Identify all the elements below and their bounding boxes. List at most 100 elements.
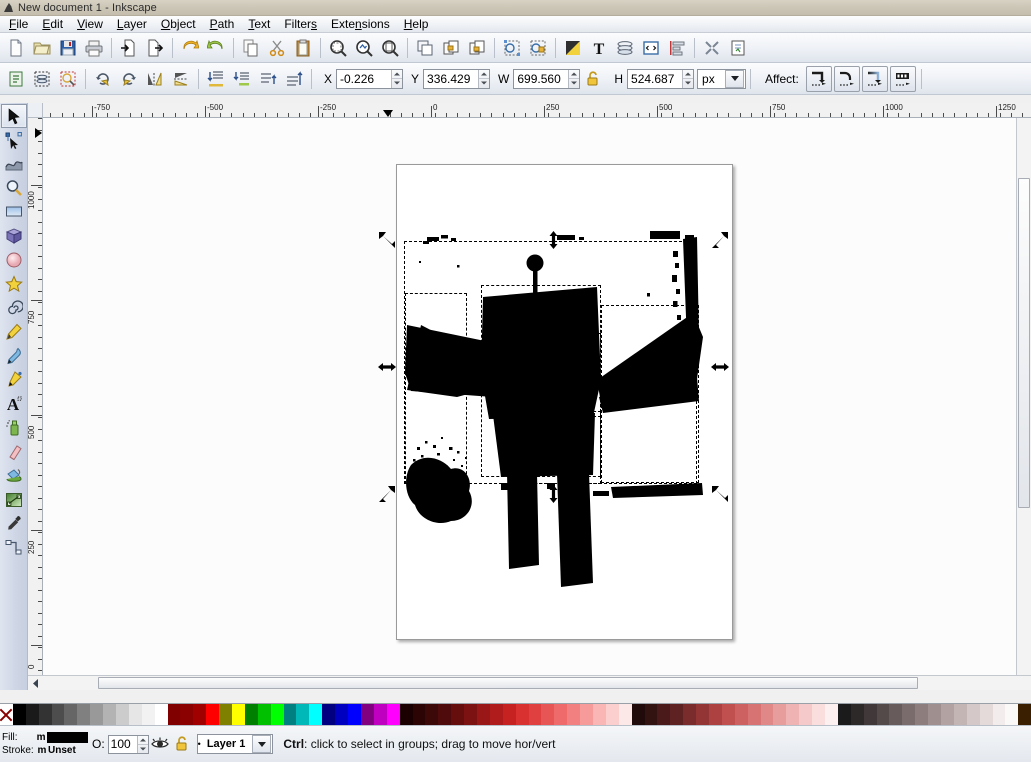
palette-swatch[interactable] [915, 704, 929, 725]
box3d-tool[interactable] [1, 224, 27, 248]
scroll-left-icon[interactable] [32, 679, 40, 688]
palette-swatch[interactable] [12, 704, 26, 725]
palette-swatch[interactable] [167, 704, 181, 725]
palette-swatch[interactable] [837, 704, 851, 725]
x-coordinate-input[interactable] [336, 68, 404, 89]
palette-swatch[interactable] [876, 704, 890, 725]
width-value[interactable] [514, 69, 569, 88]
fill-stroke-indicator[interactable]: Fill: m Stroke: m Unset [2, 731, 89, 757]
palette-swatch[interactable] [141, 704, 155, 725]
duplicate-icon[interactable] [413, 36, 437, 60]
horizontal-scrollbar-thumb[interactable] [98, 677, 918, 689]
palette-swatch-none[interactable] [0, 704, 13, 725]
affect-gradients-icon[interactable] [861, 65, 888, 92]
x-coordinate-value[interactable] [337, 69, 392, 88]
undo-icon[interactable] [178, 36, 202, 60]
opacity-spin-buttons[interactable] [136, 735, 148, 753]
xml-editor-icon[interactable] [639, 36, 663, 60]
layer-select[interactable]: • Layer 1 [196, 734, 274, 754]
ruler-corner[interactable] [28, 103, 43, 118]
node-tool[interactable] [1, 128, 27, 152]
redo-icon[interactable] [204, 36, 228, 60]
palette-swatch[interactable] [270, 704, 284, 725]
palette-swatch[interactable] [889, 704, 903, 725]
height-input[interactable] [627, 68, 695, 89]
menu-edit[interactable]: Edit [35, 16, 70, 32]
palette-swatch[interactable] [219, 704, 233, 725]
y-spin-buttons[interactable] [478, 69, 490, 88]
select-all-icon[interactable] [4, 67, 28, 91]
align-dialog-icon[interactable] [665, 36, 689, 60]
pencil-tool[interactable] [1, 320, 27, 344]
palette-swatch[interactable] [464, 704, 477, 725]
flip-vertical-icon[interactable] [169, 67, 193, 91]
zoom-tool[interactable] [1, 176, 27, 200]
height-value[interactable] [628, 69, 683, 88]
palette-swatch[interactable] [618, 704, 632, 725]
palette-swatch[interactable] [670, 704, 684, 725]
x-spin-buttons[interactable] [391, 69, 403, 88]
menu-path[interactable]: Path [203, 16, 242, 32]
menu-filters[interactable]: Filters [277, 16, 324, 32]
palette-swatch[interactable] [451, 704, 465, 725]
palette-swatch[interactable] [760, 704, 774, 725]
paste-icon[interactable] [291, 36, 315, 60]
palette-swatch[interactable] [257, 704, 271, 725]
scale-handle-sw[interactable] [379, 486, 395, 502]
opacity-control[interactable]: O: [92, 734, 149, 754]
palette-swatch[interactable] [206, 704, 220, 725]
ellipse-tool[interactable] [1, 248, 27, 272]
palette-swatch[interactable] [244, 704, 258, 725]
cut-icon[interactable] [265, 36, 289, 60]
palette-swatch[interactable] [438, 704, 452, 725]
raise-to-top-icon[interactable] [282, 67, 306, 91]
bucket-tool[interactable] [1, 464, 27, 488]
rotate-cw-icon[interactable] [117, 67, 141, 91]
palette-swatch[interactable] [825, 704, 838, 725]
text-tool[interactable]: A [1, 392, 27, 416]
palette-swatch[interactable] [309, 704, 323, 725]
flip-horizontal-icon[interactable] [143, 67, 167, 91]
palette-swatch[interactable] [373, 704, 387, 725]
palette-swatch[interactable] [979, 704, 993, 725]
move-handle-left[interactable] [378, 363, 396, 371]
affect-stroke-width-icon[interactable] [805, 65, 832, 92]
palette-swatch[interactable] [657, 704, 671, 725]
lower-icon[interactable] [230, 67, 254, 91]
palette-swatch[interactable] [644, 704, 658, 725]
palette-swatch[interactable] [116, 704, 129, 725]
pen-tool[interactable] [1, 368, 27, 392]
horizontal-scrollbar[interactable] [28, 675, 1016, 690]
group-icon[interactable] [439, 36, 463, 60]
menu-text[interactable]: Text [241, 16, 277, 32]
save-document-icon[interactable] [56, 36, 80, 60]
unlink-clone-icon[interactable] [526, 36, 550, 60]
palette-swatch[interactable] [902, 704, 916, 725]
palette-swatch[interactable] [502, 704, 516, 725]
opacity-input[interactable] [107, 734, 149, 754]
clone-icon[interactable] [500, 36, 524, 60]
ungroup-icon[interactable] [465, 36, 489, 60]
vertical-ruler[interactable]: 1000 750 500 250 0 [28, 118, 43, 675]
palette-swatch[interactable] [683, 704, 697, 725]
palette-swatch[interactable] [412, 704, 426, 725]
opacity-value[interactable] [108, 735, 137, 753]
zoom-page-icon[interactable] [378, 36, 402, 60]
print-document-icon[interactable] [82, 36, 106, 60]
palette-swatch[interactable] [425, 704, 439, 725]
palette-swatch[interactable] [476, 704, 490, 725]
palette-swatch[interactable] [966, 704, 980, 725]
selector-tool[interactable] [0, 104, 27, 128]
palette-swatch[interactable] [953, 704, 967, 725]
drawing-canvas[interactable] [43, 118, 1016, 675]
palette-swatch[interactable] [992, 704, 1006, 725]
palette-swatch[interactable] [605, 704, 619, 725]
palette-swatch[interactable] [799, 704, 813, 725]
palette-swatch[interactable] [592, 704, 606, 725]
palette-swatch[interactable] [128, 704, 142, 725]
menu-layer[interactable]: Layer [110, 16, 154, 32]
palette-swatch[interactable] [360, 704, 374, 725]
palette-swatch[interactable] [631, 704, 645, 725]
fill-color-swatch[interactable] [46, 732, 89, 743]
fill-stroke-dialog-icon[interactable] [561, 36, 585, 60]
